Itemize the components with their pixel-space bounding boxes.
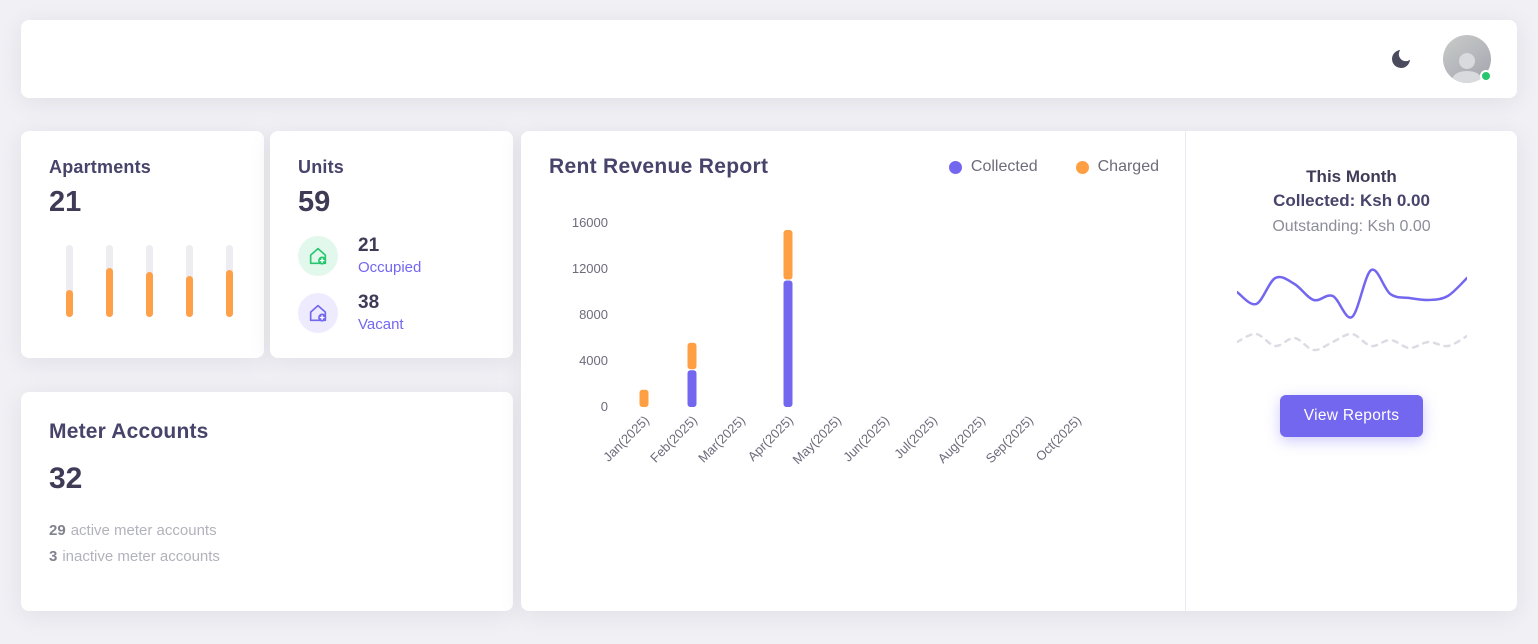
this-month-title: This Month [1210, 167, 1493, 187]
active-meters-line: 29 active meter accounts [49, 518, 485, 544]
svg-text:May(2025): May(2025) [790, 413, 845, 468]
top-navbar [21, 20, 1517, 98]
svg-text:Sep(2025): Sep(2025) [983, 413, 1037, 467]
meter-accounts-title: Meter Accounts [49, 420, 485, 444]
vacant-count: 38 [358, 292, 404, 314]
this-month-collected: Collected: Ksh 0.00 [1210, 191, 1493, 211]
apartments-card: Apartments 21 [21, 131, 264, 358]
units-title: Units [298, 157, 513, 178]
charged-dot-icon [1076, 161, 1089, 174]
legend-item-charged[interactable]: Charged [1076, 158, 1159, 176]
inactive-meters-label: inactive meter accounts [62, 548, 220, 565]
meter-accounts-count: 32 [49, 462, 485, 496]
collected-legend-label: Collected [971, 158, 1038, 176]
occupied-label: Occupied [358, 259, 421, 276]
svg-text:12000: 12000 [572, 261, 608, 276]
charged-legend-label: Charged [1098, 158, 1159, 176]
dashboard-page: Apartments 21 Units 59 [0, 0, 1538, 611]
apartments-sparkline [63, 245, 236, 317]
svg-text:16000: 16000 [572, 215, 608, 230]
units-card: Units 59 21 Occupied [270, 131, 513, 358]
occupied-units-text: 21 Occupied [358, 235, 421, 276]
svg-text:Jan(2025): Jan(2025) [600, 413, 652, 465]
user-avatar[interactable] [1443, 35, 1491, 83]
svg-text:Aug(2025): Aug(2025) [935, 413, 989, 467]
svg-text:Oct(2025): Oct(2025) [1033, 413, 1084, 464]
moon-icon [1389, 47, 1413, 71]
online-status-dot [1480, 70, 1492, 82]
this-month-sparkline [1210, 262, 1493, 367]
svg-text:Jul(2025): Jul(2025) [891, 413, 940, 462]
summary-cards-row: Apartments 21 Units 59 [21, 131, 513, 358]
dashboard-content: Apartments 21 Units 59 [21, 131, 1517, 611]
occupied-house-icon [298, 236, 338, 276]
meter-accounts-details: 29 active meter accounts 3 inactive meter … [49, 518, 485, 571]
active-meters-label: active meter accounts [71, 522, 217, 539]
vacant-units-row: 38 Vacant [298, 292, 513, 333]
rent-revenue-header: Rent Revenue Report Collected Charged [549, 155, 1159, 179]
svg-text:Feb(2025): Feb(2025) [647, 413, 700, 466]
rent-revenue-main: Rent Revenue Report Collected Charged 0 4… [521, 131, 1185, 611]
apartments-count: 21 [49, 186, 264, 219]
vacant-label: Vacant [358, 316, 404, 333]
active-meters-count: 29 [49, 522, 66, 539]
units-count: 59 [298, 186, 513, 219]
svg-text:0: 0 [601, 399, 608, 414]
this-month-outstanding: Outstanding: Ksh 0.00 [1210, 218, 1493, 236]
occupied-units-row: 21 Occupied [298, 235, 513, 276]
rent-revenue-title: Rent Revenue Report [549, 155, 768, 179]
inactive-meters-count: 3 [49, 548, 57, 565]
dark-mode-toggle[interactable] [1389, 47, 1413, 71]
left-column: Apartments 21 Units 59 [21, 131, 513, 611]
collected-dot-icon [949, 161, 962, 174]
this-month-panel: This Month Collected: Ksh 0.00 Outstandi… [1185, 131, 1517, 611]
svg-text:4000: 4000 [579, 353, 608, 368]
meter-accounts-card: Meter Accounts 32 29 active meter account… [21, 392, 513, 611]
svg-text:Mar(2025): Mar(2025) [695, 413, 748, 466]
svg-text:Jun(2025): Jun(2025) [840, 413, 892, 465]
rent-revenue-card: Rent Revenue Report Collected Charged 0 4… [521, 131, 1517, 611]
vacant-house-icon [298, 293, 338, 333]
occupied-count: 21 [358, 235, 421, 257]
inactive-meters-line: 3 inactive meter accounts [49, 544, 485, 570]
chart-legend: Collected Charged [949, 158, 1159, 176]
legend-item-collected[interactable]: Collected [949, 158, 1038, 176]
svg-text:8000: 8000 [579, 307, 608, 322]
apartments-title: Apartments [49, 157, 264, 178]
rent-revenue-chart: 0 4000 8000 12000 16000 Jan(2025)Feb(2025)Mar… [545, 195, 1159, 502]
view-reports-button[interactable]: View Reports [1280, 395, 1424, 437]
vacant-units-text: 38 Vacant [358, 292, 404, 333]
